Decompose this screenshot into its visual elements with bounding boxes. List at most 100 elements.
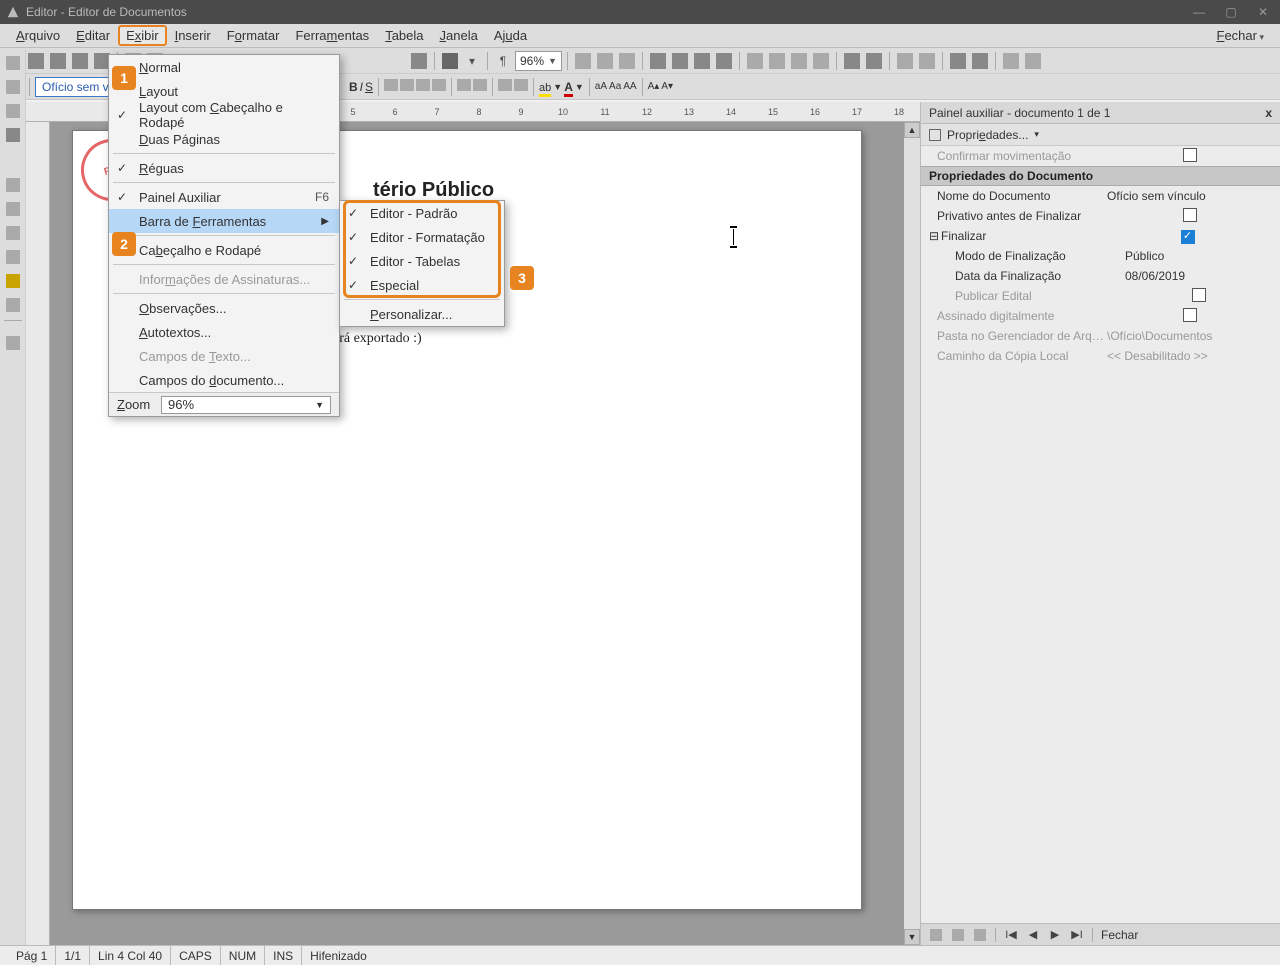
v-icon-6[interactable]	[4, 200, 22, 218]
tb-icon-k[interactable]	[811, 51, 831, 71]
aux-close-icon[interactable]: x	[1265, 106, 1272, 120]
prop-modo-fin-value[interactable]: Público	[1125, 249, 1272, 263]
v-icon-5[interactable]	[4, 176, 22, 194]
align-left-icon[interactable]	[384, 79, 398, 94]
refresh-icon[interactable]	[409, 51, 429, 71]
menu-editar[interactable]: Editar	[68, 25, 118, 46]
zoom-combo[interactable]: 96% ▼	[515, 51, 562, 71]
italic-icon[interactable]: I	[360, 80, 363, 94]
highlight-drop-icon[interactable]: ▼	[553, 82, 562, 92]
menu-exibir[interactable]: Exibir	[118, 25, 167, 46]
prop-priv-fin-checkbox[interactable]	[1183, 208, 1197, 222]
table-icon[interactable]	[440, 51, 460, 71]
vertical-scrollbar[interactable]: ▲ ▼	[904, 122, 920, 945]
tb-icon-d[interactable]	[648, 51, 668, 71]
prop-data-fin-value[interactable]: 08/06/2019	[1125, 269, 1272, 283]
export-icon[interactable]	[70, 51, 90, 71]
shrink-font-icon[interactable]: A▾	[661, 81, 673, 92]
tb-icon-s[interactable]	[1023, 51, 1043, 71]
menuitem-barra-ferramentas[interactable]: Barra de Ferramentas▶	[109, 209, 339, 233]
menuitem-painel-auxiliar[interactable]: ✓Painel AuxiliarF6	[109, 185, 339, 209]
v-icon-2[interactable]	[4, 78, 22, 96]
menu-ajuda[interactable]: Ajuda	[486, 25, 535, 46]
nav-next-icon[interactable]: ▶	[1048, 928, 1062, 942]
menuitem-cabecalho-rodape[interactable]: Cabeçalho e Rodapé	[109, 238, 339, 262]
prop-finalizar-checkbox[interactable]	[1181, 230, 1195, 244]
v-icon-1[interactable]	[4, 54, 22, 72]
tb-icon-o[interactable]	[917, 51, 937, 71]
menu-formatar[interactable]: Formatar	[219, 25, 288, 46]
close-icon[interactable]: ✕	[1256, 5, 1270, 19]
menuitem-autotextos[interactable]: Autotextos...	[109, 320, 339, 344]
align-right-icon[interactable]	[416, 79, 430, 94]
v-icon-4[interactable]	[4, 126, 22, 144]
menuitem-normal[interactable]: Normal	[109, 55, 339, 79]
submenuitem-editor-formatacao[interactable]: ✓Editor - Formatação	[340, 225, 504, 249]
menu-janela[interactable]: Janela	[432, 25, 486, 46]
tb-icon-i[interactable]	[767, 51, 787, 71]
underline-icon[interactable]: S	[365, 80, 373, 94]
maximize-icon[interactable]: ▢	[1224, 5, 1238, 19]
menuitem-reguas[interactable]: ✓Réguas	[109, 156, 339, 180]
outdent-icon[interactable]	[498, 79, 512, 94]
menu-ferramentas[interactable]: Ferramentas	[287, 25, 377, 46]
properties-dropdown[interactable]: Propriedades... ▾	[921, 124, 1280, 146]
auxfoot-icon-2[interactable]	[951, 928, 965, 942]
list-num-icon[interactable]	[457, 79, 471, 94]
open-icon[interactable]	[26, 51, 46, 71]
tb-icon-g[interactable]	[714, 51, 734, 71]
align-center-icon[interactable]	[400, 79, 414, 94]
tb-icon-e[interactable]	[670, 51, 690, 71]
auxfoot-icon-1[interactable]	[929, 928, 943, 942]
menuitem-campos-documento[interactable]: Campos do documento...	[109, 368, 339, 392]
tb-icon-c[interactable]	[617, 51, 637, 71]
highlight-icon[interactable]: ab	[539, 80, 551, 94]
menu-inserir[interactable]: Inserir	[167, 25, 219, 46]
case2-icon[interactable]: Aa	[609, 81, 621, 92]
grow-font-icon[interactable]: A▴	[648, 81, 660, 92]
submenuitem-especial[interactable]: ✓Especial	[340, 273, 504, 297]
pilcrow-icon[interactable]: ¶	[493, 51, 513, 71]
nav-prev-icon[interactable]: ◀	[1026, 928, 1040, 942]
auxfoot-icon-3[interactable]	[973, 928, 987, 942]
tb-icon-h[interactable]	[745, 51, 765, 71]
tb-icon-j[interactable]	[789, 51, 809, 71]
v-icon-11[interactable]	[4, 334, 22, 352]
scroll-up-icon[interactable]: ▲	[904, 122, 920, 138]
table-drop-icon[interactable]: ▾	[462, 51, 482, 71]
indent-icon[interactable]	[514, 79, 528, 94]
v-icon-8[interactable]	[4, 248, 22, 266]
tb-icon-a[interactable]	[573, 51, 593, 71]
nav-first-icon[interactable]: I◀	[1004, 928, 1018, 942]
submenuitem-personalizar[interactable]: Personalizar...	[340, 302, 504, 326]
align-justify-icon[interactable]	[432, 79, 446, 94]
tb-icon-r[interactable]	[1001, 51, 1021, 71]
bold-icon[interactable]: B	[349, 80, 358, 94]
tb-icon-q[interactable]	[970, 51, 990, 71]
v-icon-10[interactable]	[4, 296, 22, 314]
save-icon[interactable]	[48, 51, 68, 71]
tb-icon-n[interactable]	[895, 51, 915, 71]
case3-icon[interactable]: AA	[623, 81, 636, 92]
menuitem-layout-cab-rod[interactable]: ✓Layout com Cabeçalho e Rodapé	[109, 103, 339, 127]
minimize-icon[interactable]: —	[1192, 5, 1206, 19]
submenuitem-editor-padrao[interactable]: ✓Editor - Padrão	[340, 201, 504, 225]
submenuitem-editor-tabelas[interactable]: ✓Editor - Tabelas	[340, 249, 504, 273]
auxfoot-fechar[interactable]: Fechar	[1101, 928, 1138, 942]
scroll-down-icon[interactable]: ▼	[904, 929, 920, 945]
case1-icon[interactable]: aA	[595, 81, 607, 92]
menuitem-duas-paginas[interactable]: Duas Páginas	[109, 127, 339, 151]
prop-confirm-mov-checkbox[interactable]	[1183, 148, 1197, 162]
tb-icon-p[interactable]	[948, 51, 968, 71]
menu-fechar[interactable]: Fechar	[1208, 25, 1272, 46]
tb-icon-m[interactable]	[864, 51, 884, 71]
tb-icon-f[interactable]	[692, 51, 712, 71]
prop-pub-edital-checkbox[interactable]	[1192, 288, 1206, 302]
v-icon-9[interactable]	[4, 272, 22, 290]
prop-assin-dig-checkbox[interactable]	[1183, 308, 1197, 322]
prop-nome-doc-value[interactable]: Ofício sem vínculo	[1107, 189, 1272, 203]
v-icon-3[interactable]	[4, 102, 22, 120]
tb-icon-b[interactable]	[595, 51, 615, 71]
menuitem-observacoes[interactable]: Observações...	[109, 296, 339, 320]
menu-tabela[interactable]: Tabela	[377, 25, 431, 46]
